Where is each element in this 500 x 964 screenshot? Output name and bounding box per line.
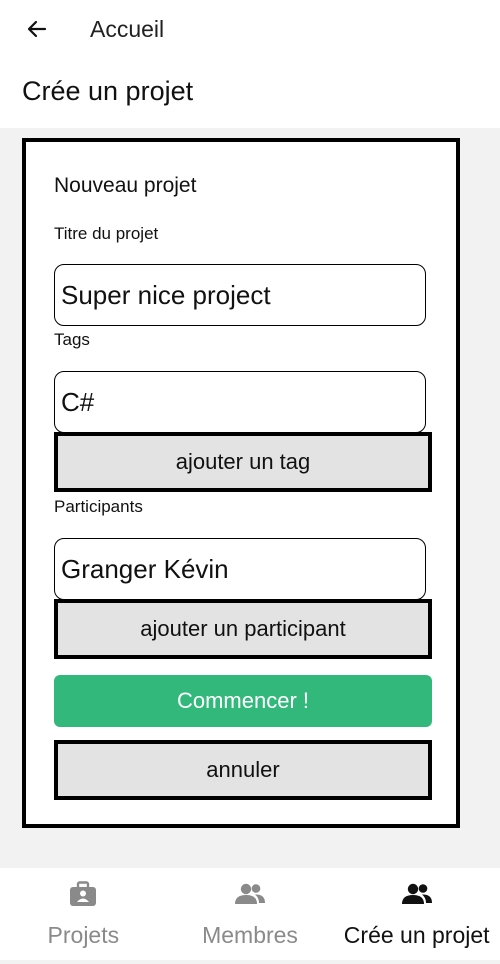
- tab-label: Crée un projet: [343, 922, 490, 948]
- header-title[interactable]: Accueil: [90, 16, 164, 43]
- people-icon: [233, 880, 267, 908]
- page-title: Crée un projet: [22, 76, 194, 106]
- add-participant-button[interactable]: ajouter un participant: [54, 599, 432, 659]
- project-title-label: Titre du projet: [54, 224, 159, 243]
- tags-label: Tags: [54, 330, 90, 349]
- briefcase-icon: [68, 880, 98, 908]
- top-app-bar: Accueil: [0, 0, 500, 58]
- tab-cree-un-projet[interactable]: Crée un projet: [333, 868, 500, 960]
- project-title-input[interactable]: [54, 264, 426, 326]
- tab-label: Membres: [202, 922, 298, 948]
- tab-label: Projets: [47, 922, 120, 948]
- new-project-form: Nouveau projet Titre du projet Tags ajou…: [22, 138, 460, 828]
- participants-label: Participants: [54, 497, 143, 516]
- form-heading: Nouveau projet: [54, 174, 197, 197]
- start-button[interactable]: Commencer !: [54, 675, 432, 727]
- add-tag-button[interactable]: ajouter un tag: [54, 432, 432, 492]
- tab-projets[interactable]: Projets: [0, 868, 167, 960]
- people-icon: [400, 880, 434, 908]
- tags-input[interactable]: [54, 371, 426, 433]
- page-title-bar: Crée un projet: [0, 58, 500, 128]
- participants-input[interactable]: [54, 538, 426, 600]
- cancel-button[interactable]: annuler: [54, 740, 432, 800]
- bottom-tab-bar: Projets Membres Crée un projet: [0, 868, 500, 960]
- tab-membres[interactable]: Membres: [167, 868, 334, 960]
- arrow-left-icon[interactable]: [22, 14, 52, 44]
